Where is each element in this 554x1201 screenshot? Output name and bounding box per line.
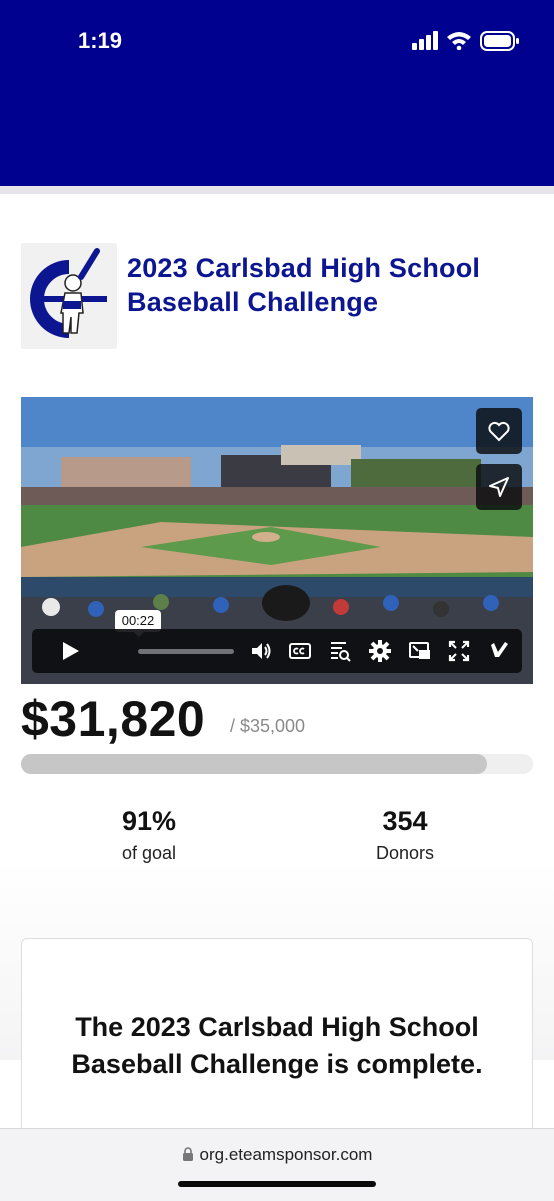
divider bbox=[0, 186, 554, 194]
transcript-icon[interactable] bbox=[328, 639, 352, 663]
goal-amount: / $35,000 bbox=[230, 716, 306, 736]
volume-icon[interactable] bbox=[249, 639, 273, 663]
vimeo-icon[interactable] bbox=[486, 639, 510, 663]
progress-fill bbox=[21, 754, 487, 774]
cc-icon[interactable] bbox=[288, 639, 312, 663]
stat-percent: 91% of goal bbox=[69, 806, 229, 864]
home-indicator[interactable] bbox=[178, 1181, 376, 1187]
stat-percent-label: of goal bbox=[121, 843, 177, 863]
video-controls bbox=[32, 629, 522, 673]
url-text: org.eteamsponsor.com bbox=[199, 1145, 373, 1164]
stat-donors: 354 Donors bbox=[325, 806, 485, 864]
pip-icon[interactable] bbox=[408, 639, 432, 663]
video-timeline[interactable] bbox=[138, 649, 234, 654]
url-row[interactable]: org.eteamsponsor.com bbox=[0, 1145, 554, 1165]
play-icon[interactable] bbox=[58, 639, 82, 663]
browser-address-bar[interactable]: org.eteamsponsor.com bbox=[0, 1128, 554, 1201]
send-icon bbox=[489, 477, 509, 497]
completion-message: The 2023 Carlsbad High School Baseball C… bbox=[71, 1012, 483, 1079]
status-time: 1:19 bbox=[78, 28, 123, 53]
fullscreen-icon[interactable] bbox=[447, 639, 471, 663]
page-title: 2023 Carlsbad High School Baseball Chall… bbox=[127, 253, 481, 317]
share-button[interactable] bbox=[476, 464, 522, 510]
campaign-header: 2023 Carlsbad High School Baseball Chall… bbox=[21, 243, 541, 349]
progress-bar bbox=[21, 754, 533, 774]
amount-raised: $31,820 bbox=[21, 691, 206, 747]
wifi-icon bbox=[447, 32, 471, 50]
like-button[interactable] bbox=[476, 408, 522, 454]
video-player[interactable]: 00:22 bbox=[21, 397, 533, 684]
battery-icon bbox=[480, 31, 519, 51]
gear-icon[interactable] bbox=[368, 639, 392, 663]
signal-icon bbox=[412, 31, 438, 50]
heart-icon bbox=[488, 421, 510, 442]
stat-percent-value: 91% bbox=[121, 806, 177, 836]
team-logo bbox=[21, 243, 117, 349]
lock-icon bbox=[182, 1147, 193, 1161]
status-bar: 1:19 bbox=[0, 0, 554, 186]
stat-donors-label: Donors bbox=[375, 843, 435, 863]
stat-donors-value: 354 bbox=[382, 806, 428, 836]
